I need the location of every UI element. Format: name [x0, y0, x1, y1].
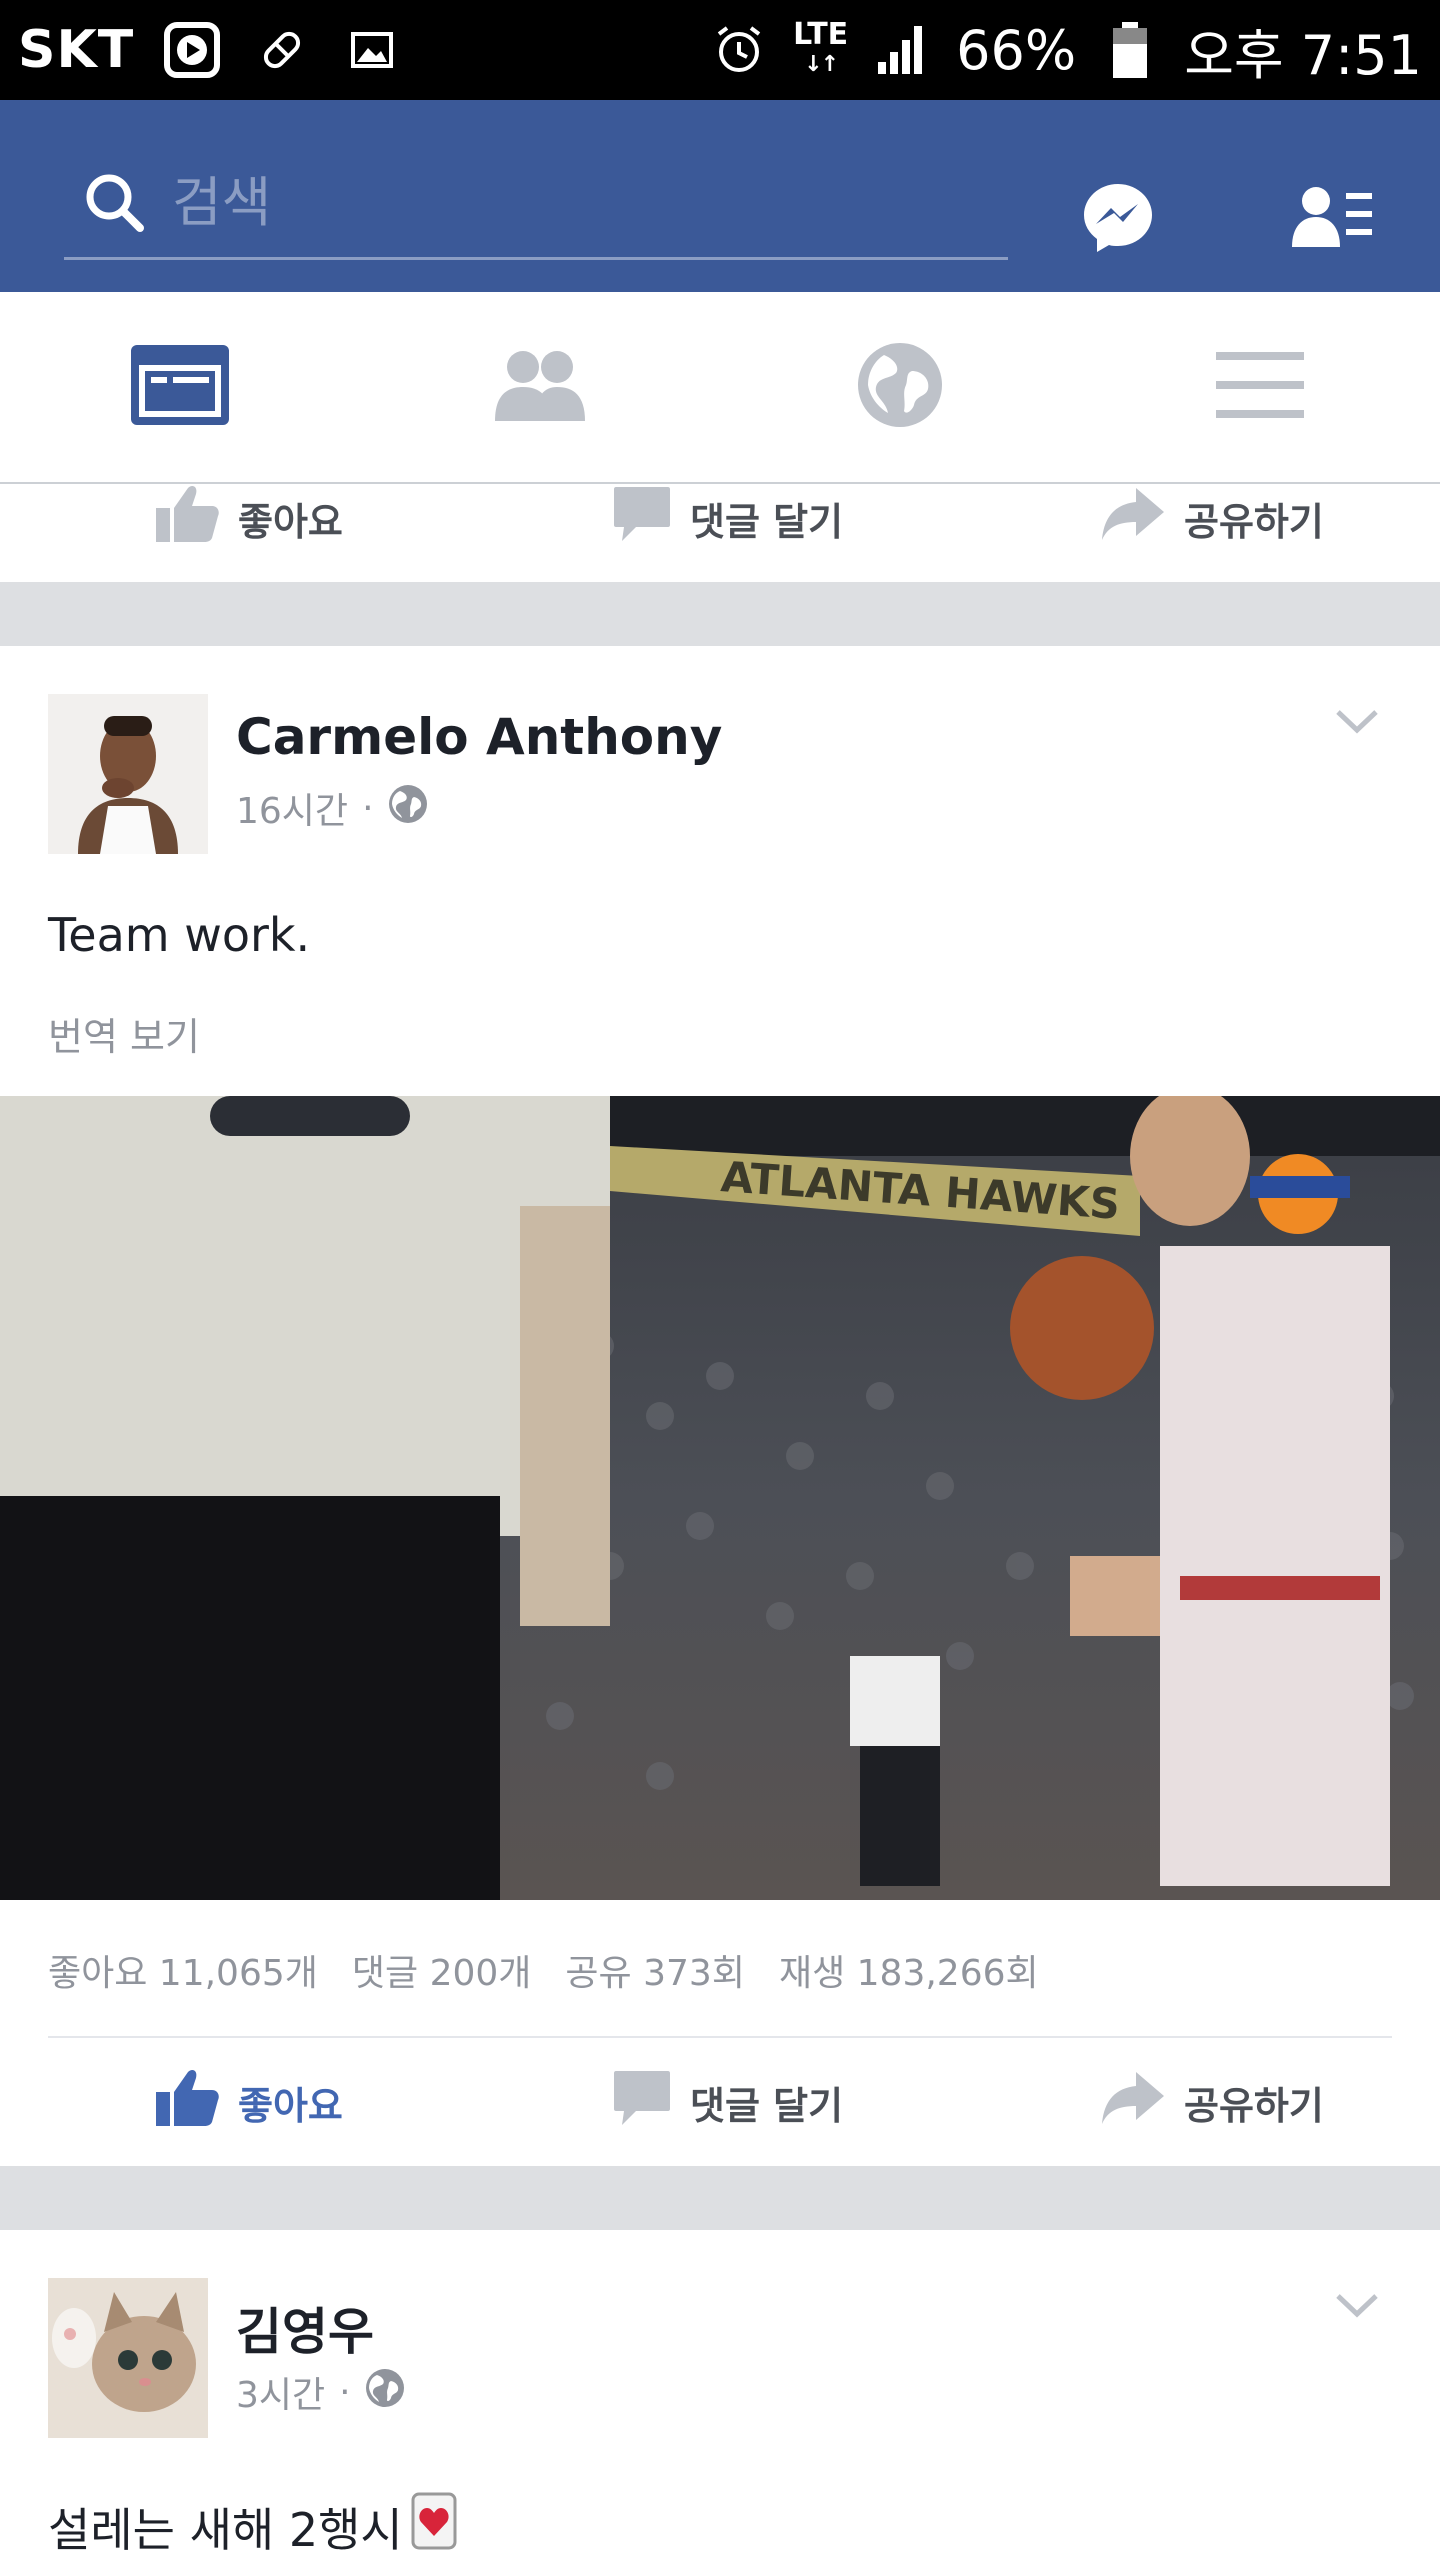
like-button[interactable]: 좋아요 [154, 484, 343, 553]
post-text-row: 설레는 새해 2행시 [48, 2492, 457, 2560]
tab-notifications[interactable] [720, 292, 1080, 482]
pill-icon [250, 18, 314, 82]
public-globe-icon [365, 2368, 405, 2417]
dot-separator: · [362, 787, 374, 829]
messenger-icon [1080, 180, 1156, 260]
post-author[interactable]: Carmelo Anthony [236, 708, 722, 766]
globe-icon [856, 341, 944, 433]
post-actions: 좋아요 댓글 달기 공유하기 [0, 2052, 1440, 2152]
thumbs-up-icon [154, 484, 220, 553]
comment-button[interactable]: 댓글 달기 [612, 485, 843, 552]
post-options-button[interactable] [1332, 704, 1392, 744]
battery-percent: 66% [956, 18, 1077, 82]
friends-icon [491, 345, 589, 429]
share-label: 공유하기 [1184, 499, 1324, 544]
public-globe-icon [388, 784, 428, 833]
search-input[interactable] [172, 171, 932, 234]
post-stats: 좋아요 11,065개 댓글 200개 공유 373회 재생 183,266회 [48, 1944, 1039, 1996]
dot-separator: · [339, 2371, 351, 2413]
network-type: LTE ↓↑ [793, 17, 849, 78]
post-meta: 16시간 · [236, 782, 428, 834]
post-video[interactable]: ATLANTA HAWKS [0, 1096, 1440, 1900]
comment-icon [612, 2069, 672, 2136]
share-button[interactable]: 공유하기 [1100, 2070, 1324, 2135]
friend-requests-icon [1290, 183, 1374, 257]
status-bar: SKT LTE ↓↑ 66% 오후 7:51 [0, 0, 1440, 100]
share-icon [1100, 486, 1166, 551]
likes-count[interactable]: 좋아요 11,065개 [48, 1944, 318, 1996]
search-header [0, 100, 1440, 292]
tab-menu[interactable] [1080, 292, 1440, 482]
stats-divider [48, 2036, 1392, 2038]
news-feed-icon [131, 345, 229, 429]
messenger-button[interactable] [1058, 160, 1178, 280]
like-label: 좋아요 [238, 2083, 343, 2128]
post-options-button[interactable] [1332, 2288, 1392, 2328]
menu-icon [1216, 350, 1304, 424]
comment-label: 댓글 달기 [690, 499, 844, 544]
share-icon [1100, 2070, 1166, 2135]
heart-card-icon [411, 2492, 457, 2560]
search-icon [80, 168, 150, 238]
post-text: Team work. [48, 908, 311, 962]
play-store-icon [160, 18, 224, 82]
post-time[interactable]: 16시간 [236, 782, 348, 834]
post-header: Carmelo Anthony 16시간 · [48, 694, 1392, 858]
comments-count[interactable]: 댓글 200개 [352, 1944, 532, 1996]
thumbs-up-icon [154, 2068, 220, 2137]
comment-icon [612, 485, 672, 552]
signal-icon [870, 18, 934, 82]
post-text: 설레는 새해 2행시 [48, 2502, 403, 2557]
share-label: 공유하기 [1184, 2083, 1324, 2128]
like-label: 좋아요 [238, 499, 343, 544]
avatar[interactable] [48, 694, 208, 854]
battery-icon [1098, 18, 1162, 82]
chevron-down-icon [1332, 710, 1382, 742]
post-time[interactable]: 3시간 [236, 2366, 325, 2418]
previous-post-actions: 좋아요 댓글 달기 공유하기 [0, 468, 1440, 568]
feed-separator [0, 2166, 1440, 2230]
views-count: 재생 183,266회 [778, 1953, 1039, 1994]
tab-friends[interactable] [360, 292, 720, 482]
shares-count[interactable]: 공유 373회 [565, 1944, 745, 1996]
clock: 오후 7:51 [1184, 23, 1422, 87]
avatar[interactable] [48, 2278, 208, 2438]
like-button[interactable]: 좋아요 [154, 2068, 343, 2137]
comment-button[interactable]: 댓글 달기 [612, 2069, 843, 2136]
carrier-label: SKT [18, 20, 135, 80]
post-meta: 3시간 · [236, 2366, 405, 2418]
comment-label: 댓글 달기 [690, 2083, 844, 2128]
post-header: 김영우 3시간 · [48, 2278, 1392, 2442]
tab-news-feed[interactable] [0, 292, 360, 482]
tab-bar [0, 292, 1440, 484]
post-author[interactable]: 김영우 [236, 2292, 374, 2364]
image-icon [340, 18, 404, 82]
feed-separator [0, 582, 1440, 646]
share-button[interactable]: 공유하기 [1100, 486, 1324, 551]
friend-requests-button[interactable] [1272, 160, 1392, 280]
alarm-icon [707, 18, 771, 82]
chevron-down-icon [1332, 2294, 1382, 2326]
search-box[interactable] [64, 148, 1008, 260]
translate-link[interactable]: 번역 보기 [48, 1006, 200, 1061]
